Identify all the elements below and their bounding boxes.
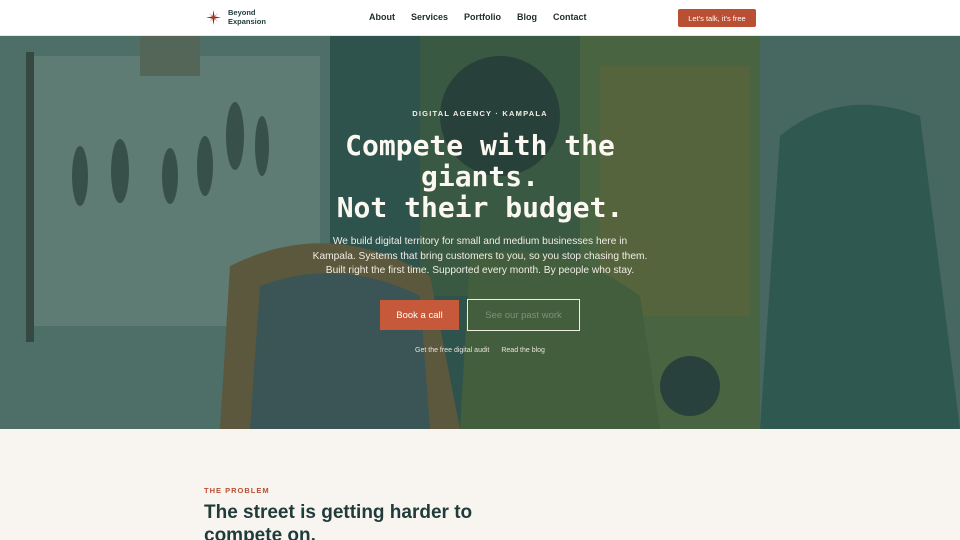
nav-blog[interactable]: Blog: [517, 12, 537, 22]
book-call-button[interactable]: Book a call: [380, 300, 459, 330]
main-nav: About Services Portfolio Blog Contact: [369, 12, 603, 22]
past-work-button[interactable]: See our past work: [467, 299, 580, 331]
free-audit-link[interactable]: Get the free digital audit: [415, 347, 489, 354]
hero-content: DIGITAL AGENCY · KAMPALA Compete with th…: [0, 36, 960, 429]
site-header: Beyond Expansion About Services Portfoli…: [0, 0, 960, 36]
nav-services[interactable]: Services: [411, 12, 448, 22]
hero-title-line3: Not their budget.: [336, 191, 624, 224]
nav-about[interactable]: About: [369, 12, 395, 22]
hero-eyebrow: DIGITAL AGENCY · KAMPALA: [412, 109, 548, 118]
brand-name-line1: Beyond: [228, 8, 256, 17]
hero-subtitle: We build digital territory for small and…: [312, 236, 648, 276]
lets-talk-button[interactable]: Let's talk, it's free: [678, 9, 756, 27]
brand-name: Beyond Expansion: [228, 8, 266, 26]
problem-section: THE PROBLEM The street is getting harder…: [0, 429, 960, 540]
hero-title: Compete with the giants. Not their budge…: [300, 130, 660, 223]
problem-title: The street is getting harder to compete …: [204, 502, 473, 540]
brand-logo[interactable]: Beyond Expansion: [206, 8, 266, 26]
hero-title-line2: giants.: [420, 160, 539, 193]
compass-star-icon: [206, 9, 221, 25]
hero-title-line1: Compete with the: [345, 129, 615, 162]
hero-section: DIGITAL AGENCY · KAMPALA Compete with th…: [0, 36, 960, 429]
nav-contact[interactable]: Contact: [553, 12, 587, 22]
hero-secondary-links: Get the free digital audit Read the blog: [0, 347, 960, 354]
read-blog-link[interactable]: Read the blog: [501, 347, 545, 354]
nav-portfolio[interactable]: Portfolio: [464, 12, 501, 22]
brand-name-line2: Expansion: [228, 17, 266, 26]
problem-eyebrow: THE PROBLEM: [204, 486, 270, 495]
